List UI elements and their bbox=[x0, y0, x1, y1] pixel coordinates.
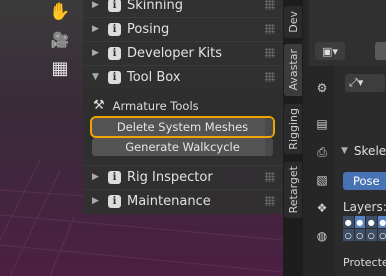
tool-settings-icon[interactable]: ⚙ bbox=[314, 80, 330, 96]
scene-properties-icon[interactable]: ❖ bbox=[314, 200, 330, 216]
mode-dropdown[interactable]: ⤢▾ bbox=[345, 74, 385, 92]
info-icon: i bbox=[108, 70, 121, 84]
panel-skinning[interactable]: ▶ i Skinning bbox=[83, 0, 283, 16]
drag-grip-icon[interactable] bbox=[265, 48, 275, 58]
skeleton-panel-header[interactable]: ▼ Skele bbox=[341, 144, 386, 158]
sidebar-n-panel: ▶ i Skinning ▶ i Posing ▶ i Developer Ki… bbox=[83, 0, 283, 214]
layers-label: Layers: bbox=[343, 200, 386, 214]
panel-developer-kits[interactable]: ▶ i Developer Kits bbox=[83, 42, 283, 64]
armature-bone-icon: ⚒ bbox=[93, 98, 105, 113]
section-label: Armature Tools bbox=[112, 98, 199, 113]
delete-system-meshes-button[interactable]: Delete System Meshes bbox=[90, 116, 275, 138]
panel-label: Maintenance bbox=[127, 193, 211, 209]
button-side bbox=[265, 118, 273, 136]
drag-grip-icon[interactable] bbox=[265, 0, 275, 10]
hand-pan-icon[interactable]: ✋ bbox=[46, 0, 74, 24]
properties-editor: ▣▾ ⚙ ▤ ⎙ ▧ ❖ ◍ ⤢▾ ▼ Skele Pose Layers: ●… bbox=[303, 0, 386, 276]
collapse-triangle-icon: ▶ bbox=[92, 0, 99, 10]
tab-avastar[interactable]: Avastar bbox=[284, 44, 302, 96]
expand-triangle-icon: ▼ bbox=[341, 146, 348, 156]
grid-icon[interactable]: ▦ bbox=[46, 56, 74, 80]
panel-label: Developer Kits bbox=[127, 45, 222, 61]
generate-walkcycle-button[interactable]: Generate Walkcycle bbox=[92, 138, 273, 156]
sidebar-tab-strip: Dev Avastar Rigging Retarget bbox=[283, 0, 303, 276]
collapse-triangle-icon: ▶ bbox=[92, 172, 99, 182]
info-icon: i bbox=[108, 170, 121, 184]
drag-grip-icon[interactable] bbox=[265, 196, 275, 206]
pose-position-button[interactable]: Pose bbox=[343, 172, 386, 190]
collapse-triangle-icon: ▶ bbox=[92, 48, 99, 58]
view-layer-icon[interactable]: ▧ bbox=[314, 172, 330, 188]
armature-tools-header: ⚒ Armature Tools bbox=[93, 98, 199, 113]
tab-rigging[interactable]: Rigging bbox=[284, 104, 302, 154]
info-icon: i bbox=[108, 22, 121, 36]
panel-rig-inspector[interactable]: ▶ i Rig Inspector bbox=[83, 166, 283, 188]
pose-mode-icon: ⤢▾ bbox=[349, 76, 364, 89]
panel-label: Tool Box bbox=[127, 69, 181, 85]
armature-tools-section: ⚒ Armature Tools Delete System Meshes Ge… bbox=[83, 88, 283, 158]
drag-grip-icon[interactable] bbox=[265, 172, 275, 182]
protected-layers-label: Protected bbox=[343, 256, 386, 269]
panel-tool-box[interactable]: ▼ i Tool Box bbox=[83, 66, 283, 88]
button-side bbox=[265, 138, 273, 156]
panel-posing[interactable]: ▶ i Posing bbox=[83, 18, 283, 40]
editor-type-dropdown[interactable]: ▣▾ bbox=[315, 42, 345, 60]
info-icon: i bbox=[108, 0, 121, 12]
bone-layers-grid[interactable]: ● ● ● ● ○ ○ ○ ○ bbox=[343, 216, 386, 244]
search-field[interactable] bbox=[375, 42, 386, 60]
panel-label: Posing bbox=[127, 21, 170, 37]
tab-dev[interactable]: Dev bbox=[284, 6, 302, 38]
world-properties-icon[interactable]: ◍ bbox=[314, 228, 330, 244]
collapse-triangle-icon: ▶ bbox=[92, 24, 99, 34]
collapse-triangle-icon: ▶ bbox=[92, 196, 99, 206]
render-properties-icon[interactable]: ▤ bbox=[314, 116, 330, 132]
expand-triangle-icon: ▼ bbox=[92, 72, 99, 82]
tab-retarget[interactable]: Retarget bbox=[284, 162, 302, 218]
info-icon: i bbox=[108, 194, 121, 208]
output-properties-icon[interactable]: ⎙ bbox=[314, 144, 330, 160]
properties-content: ⤢▾ ▼ Skele Pose Layers: ● ● ● ● ○ ○ ○ ○ … bbox=[335, 66, 386, 276]
panel-label: Skinning bbox=[127, 0, 183, 13]
panel-label: Rig Inspector bbox=[127, 169, 213, 185]
drag-grip-icon[interactable] bbox=[265, 72, 275, 82]
drag-grip-icon[interactable] bbox=[265, 24, 275, 34]
panel-maintenance[interactable]: ▶ i Maintenance bbox=[83, 190, 283, 212]
info-icon: i bbox=[108, 46, 121, 60]
properties-editor-icon: ▣▾ bbox=[322, 44, 338, 58]
properties-tab-column: ⚙ ▤ ⎙ ▧ ❖ ◍ bbox=[309, 66, 335, 276]
camera-icon[interactable]: 🎥 bbox=[46, 28, 74, 52]
